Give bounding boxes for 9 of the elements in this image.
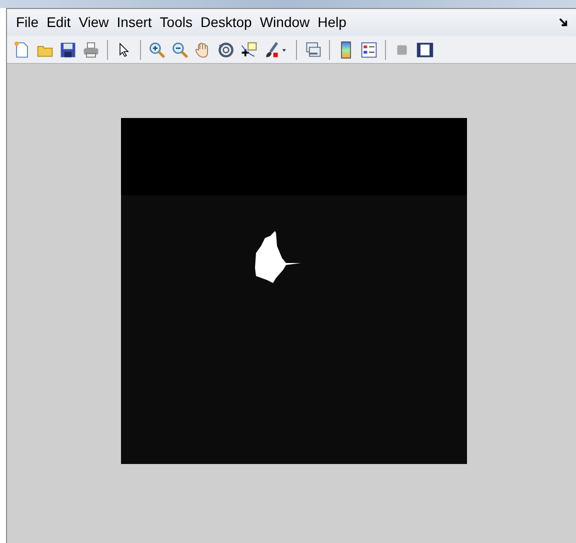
dock-arrow-icon	[559, 18, 568, 27]
menu-item[interactable]: Edit	[44, 12, 74, 33]
menu-item[interactable]: Insert	[114, 12, 155, 33]
menu-item[interactable]: File	[13, 12, 42, 33]
menu-item[interactable]: Desktop	[197, 12, 255, 33]
menu-item[interactable]: Tools	[156, 12, 196, 33]
menu-item[interactable]: View	[76, 12, 112, 33]
menu-item[interactable]: Help	[314, 12, 350, 33]
menu-item[interactable]: Window	[256, 12, 313, 33]
